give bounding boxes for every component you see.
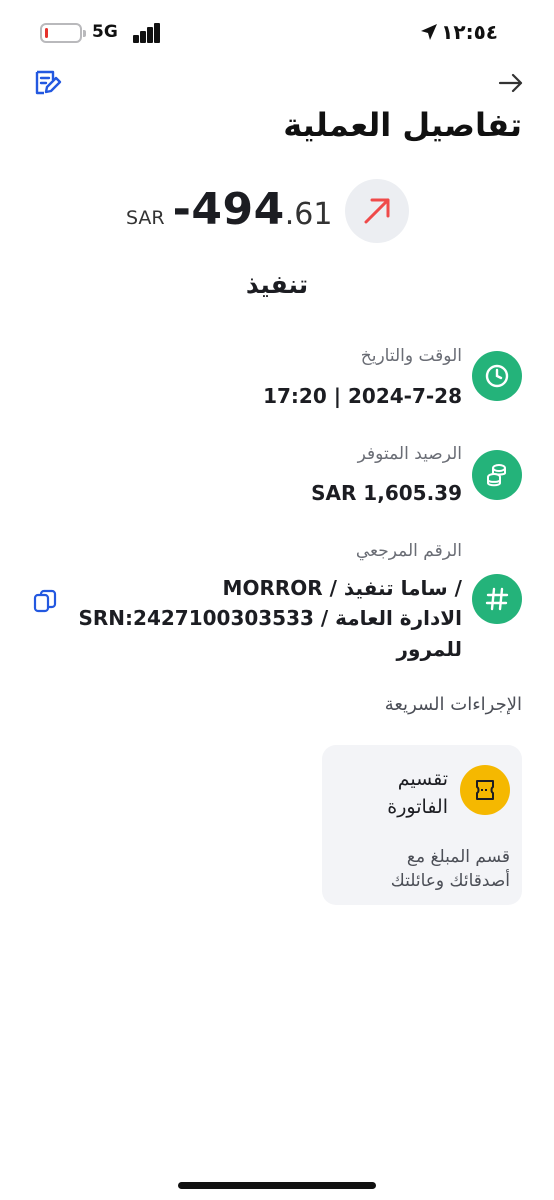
reference-line-3: للمرور <box>396 637 462 661</box>
battery-icon <box>40 23 86 43</box>
transaction-amount: SAR -494 .61 <box>126 184 332 244</box>
split-bill-desc-line2: أصدقائك وعائلتك <box>390 871 510 891</box>
split-bill-title: تقسيم الفاتورة <box>387 765 448 821</box>
hash-icon <box>485 587 509 611</box>
quick-actions-title: الإجراءات السريعة <box>384 694 522 715</box>
home-indicator[interactable] <box>178 1182 376 1189</box>
amount-currency: SAR <box>126 207 165 229</box>
battery-level <box>45 28 48 38</box>
split-bill-title-line1: تقسيم <box>397 768 448 790</box>
reference-line-1: MORROR / ساما تنفيذ / <box>222 576 462 600</box>
location-arrow-icon <box>421 24 437 40</box>
amount-integer: -494 <box>172 184 285 235</box>
clock-icon <box>485 364 509 388</box>
datetime-label: الوقت والتاريخ <box>360 346 462 366</box>
coins-icon <box>487 464 506 487</box>
amount-decimal: .61 <box>284 197 333 232</box>
balance-value: SAR 1,605.39 <box>311 481 462 505</box>
split-bill-card[interactable]: تقسيم الفاتورة قسم المبلغ مع أصدقائك وعا… <box>322 745 522 905</box>
reference-label: الرقم المرجعي <box>355 541 462 561</box>
direction-badge <box>345 179 409 243</box>
coins-badge <box>472 450 522 500</box>
copy-icon[interactable] <box>32 588 58 614</box>
arrow-right-icon[interactable] <box>498 70 524 96</box>
status-time: ١٢:٥٤ <box>441 20 498 44</box>
clock-badge <box>472 351 522 401</box>
split-bill-description: قسم المبلغ مع أصدقائك وعائلتك <box>330 845 510 893</box>
page-title: تفاصيل العملية <box>283 106 522 144</box>
split-bill-icon <box>476 780 494 800</box>
merchant-name: تنفيذ <box>245 270 309 299</box>
edit-receipt-icon[interactable] <box>32 68 62 98</box>
signal-icon <box>133 23 160 43</box>
status-bar: 5G ١٢:٥٤ <box>0 0 554 64</box>
split-bill-desc-line1: قسم المبلغ مع <box>406 847 510 867</box>
hash-badge <box>472 574 522 624</box>
reference-line-2: SRN:2427100303533 / الادارة العامة <box>78 606 462 630</box>
balance-label: الرصيد المتوفر <box>357 444 462 464</box>
outgoing-arrow-icon <box>364 198 390 224</box>
split-bill-badge <box>460 765 510 815</box>
split-bill-title-line2: الفاتورة <box>387 796 448 818</box>
network-type: 5G <box>92 22 118 42</box>
datetime-value: 2024-7-28 | 17:20 <box>263 384 462 408</box>
